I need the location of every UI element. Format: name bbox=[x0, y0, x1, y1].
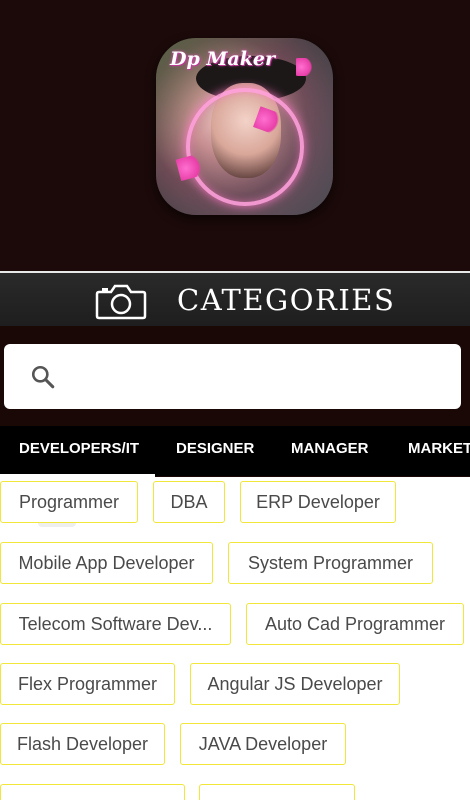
chip-angular-js-developer[interactable]: Angular JS Developer bbox=[190, 663, 400, 705]
page-title: CATEGORIES bbox=[177, 283, 396, 317]
tab-developers-it[interactable]: DEVELOPERS/IT bbox=[19, 440, 139, 457]
app-header: Dp Maker bbox=[0, 0, 470, 270]
tab-marketing[interactable]: MARKETING bbox=[408, 440, 470, 457]
butterfly-icon bbox=[296, 58, 314, 76]
chip-system-programmer[interactable]: System Programmer bbox=[228, 542, 433, 584]
category-tabs: DEVELOPERS/IT DESIGNER MANAGER MARKETING bbox=[0, 426, 470, 476]
search-input[interactable] bbox=[74, 358, 448, 396]
app-logo: Dp Maker bbox=[156, 38, 333, 215]
frame-ring bbox=[186, 88, 304, 206]
chip-partial[interactable] bbox=[0, 784, 185, 800]
chip-dba[interactable]: DBA bbox=[153, 481, 225, 523]
chip-mobile-app-developer[interactable]: Mobile App Developer bbox=[0, 542, 213, 584]
categories-bar: CATEGORIES bbox=[0, 271, 470, 328]
search-box[interactable] bbox=[4, 344, 461, 409]
chip-programmer[interactable]: Programmer bbox=[0, 481, 138, 523]
chip-auto-cad-programmer[interactable]: Auto Cad Programmer bbox=[246, 603, 464, 645]
chip-partial[interactable] bbox=[199, 784, 355, 800]
chip-erp-developer[interactable]: ERP Developer bbox=[240, 481, 396, 523]
tab-designer[interactable]: DESIGNER bbox=[176, 440, 254, 457]
camera-icon bbox=[95, 284, 147, 320]
chip-java-developer[interactable]: JAVA Developer bbox=[180, 723, 346, 765]
chip-telecom-software-dev[interactable]: Telecom Software Dev... bbox=[0, 603, 231, 645]
chip-list: Programmer DBA ERP Developer Mobile App … bbox=[0, 477, 470, 800]
search-icon[interactable] bbox=[30, 364, 56, 390]
logo-text: Dp Maker bbox=[170, 48, 275, 70]
chip-flex-programmer[interactable]: Flex Programmer bbox=[0, 663, 175, 705]
chip-flash-developer[interactable]: Flash Developer bbox=[0, 723, 165, 765]
tab-manager[interactable]: MANAGER bbox=[291, 440, 369, 457]
